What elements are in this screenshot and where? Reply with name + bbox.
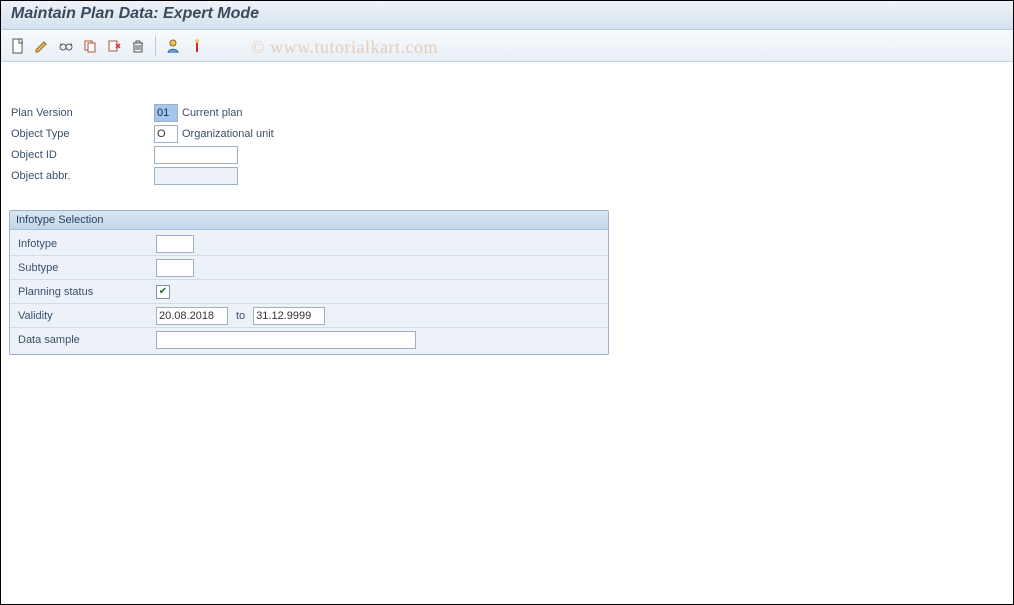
delimit-icon <box>106 38 122 54</box>
object-type-desc: Organizational unit <box>182 128 274 140</box>
group-title: Infotype Selection <box>10 211 608 230</box>
data-sample-label: Data sample <box>16 334 156 346</box>
form-area: Plan Version Current plan Object Type Or… <box>1 62 1013 363</box>
object-abbr-label: Object abbr. <box>9 170 154 182</box>
new-doc-icon <box>10 38 26 54</box>
plan-version-input[interactable] <box>154 104 178 122</box>
display-button[interactable] <box>55 35 77 57</box>
object-type-input[interactable] <box>154 125 178 143</box>
page-title: Maintain Plan Data: Expert Mode <box>1 1 1013 30</box>
delete-button[interactable] <box>127 35 149 57</box>
edit-button[interactable] <box>31 35 53 57</box>
trash-icon <box>130 38 146 54</box>
infotype-label: Infotype <box>16 238 156 250</box>
planning-status-label: Planning status <box>16 286 156 298</box>
copy-button[interactable] <box>79 35 101 57</box>
data-sample-input[interactable] <box>156 331 416 349</box>
validity-to-input[interactable] <box>253 307 325 325</box>
person-icon <box>165 38 181 54</box>
change-button[interactable] <box>186 35 208 57</box>
plan-version-desc: Current plan <box>182 107 243 119</box>
toolbar-separator <box>155 36 156 56</box>
object-id-input[interactable] <box>154 146 238 164</box>
infotype-selection-group: Infotype Selection Infotype Subtype Plan… <box>9 210 609 355</box>
subtype-label: Subtype <box>16 262 156 274</box>
plan-version-label: Plan Version <box>9 107 154 119</box>
planning-status-checkbox[interactable] <box>156 285 170 299</box>
validity-to-label: to <box>236 310 245 322</box>
object-id-label: Object ID <box>9 149 154 161</box>
copy-icon <box>82 38 98 54</box>
new-doc-button[interactable] <box>7 35 29 57</box>
object-abbr-input[interactable] <box>154 167 238 185</box>
pencil-icon <box>34 38 50 54</box>
object-type-label: Object Type <box>9 128 154 140</box>
toolbar <box>1 30 1013 62</box>
wand-icon <box>189 38 205 54</box>
glasses-icon <box>58 38 74 54</box>
validity-label: Validity <box>16 310 156 322</box>
delimit-button[interactable] <box>103 35 125 57</box>
subtype-input[interactable] <box>156 259 194 277</box>
overview-button[interactable] <box>162 35 184 57</box>
validity-from-input[interactable] <box>156 307 228 325</box>
infotype-input[interactable] <box>156 235 194 253</box>
